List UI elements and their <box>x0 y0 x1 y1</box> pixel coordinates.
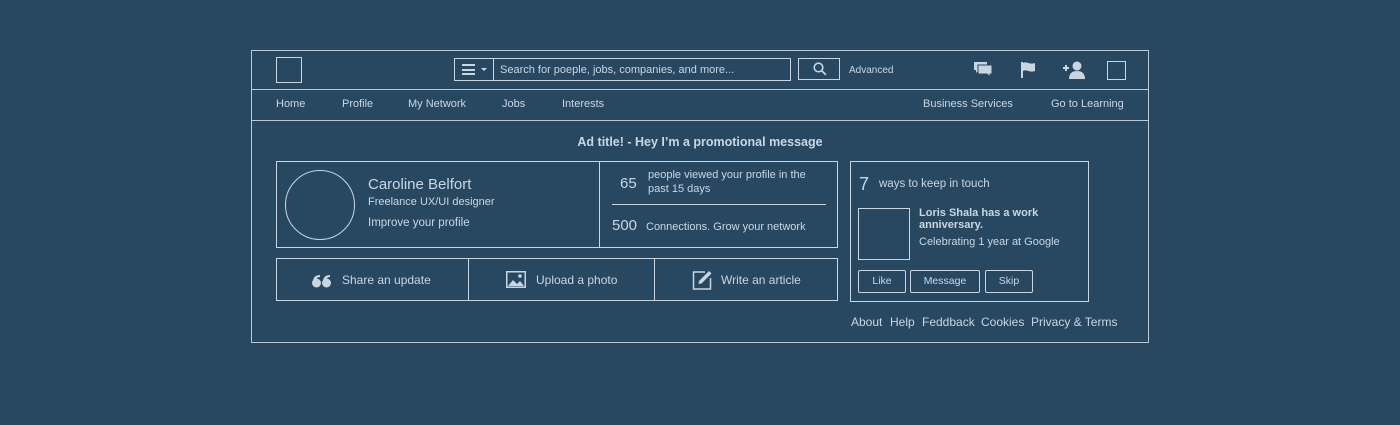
quote-icon <box>312 275 331 288</box>
connections-text[interactable]: Connections. Grow your network <box>646 221 806 233</box>
menu-icon <box>462 64 475 75</box>
share-update-button[interactable]: Share an update <box>277 259 468 300</box>
profile-views-text[interactable]: people viewed your profile in the past 1… <box>648 168 818 196</box>
anniversary-headline[interactable]: Loris Shala has a work anniversary. <box>919 207 1069 231</box>
profile-role: Freelance UX/UI designer <box>368 196 495 208</box>
nav-business-services[interactable]: Business Services <box>923 98 1013 110</box>
like-button[interactable]: Like <box>858 270 906 293</box>
footer-about[interactable]: About <box>851 315 882 329</box>
top-bar: Advanced <box>252 51 1148 90</box>
keep-in-touch-title[interactable]: ways to keep in touch <box>879 178 990 190</box>
search-category-menu-button[interactable] <box>455 59 494 80</box>
keep-in-touch-count: 7 <box>859 174 870 194</box>
nav-profile[interactable]: Profile <box>342 98 373 110</box>
footer-help[interactable]: Help <box>890 315 915 329</box>
advanced-search-link[interactable]: Advanced <box>849 65 893 76</box>
nav-home[interactable]: Home <box>276 98 305 110</box>
share-update-label: Share an update <box>342 273 431 287</box>
caret-down-icon <box>481 68 487 71</box>
post-actions: Share an update Upload a photo Write an … <box>276 258 838 301</box>
stats-divider <box>612 204 826 205</box>
profile-name[interactable]: Caroline Belfort <box>368 176 471 193</box>
message-button[interactable]: Message <box>910 270 980 293</box>
search-bar <box>454 58 796 81</box>
add-contact-icon[interactable] <box>1062 60 1086 79</box>
skip-button[interactable]: Skip <box>985 270 1033 293</box>
ad-title[interactable]: Ad title! - Hey I’m a promotional messag… <box>252 135 1148 149</box>
me-placeholder[interactable] <box>1107 61 1126 80</box>
improve-profile-link[interactable]: Improve your profile <box>368 217 470 229</box>
anniversary-detail: Celebrating 1 year at Google <box>919 236 1060 248</box>
footer-privacy[interactable]: Privacy & Terms <box>1031 315 1117 329</box>
keep-in-touch-card: 7 ways to keep in touch Loris Shala has … <box>850 161 1089 302</box>
logo-placeholder[interactable] <box>276 57 302 83</box>
search-button[interactable] <box>798 58 840 80</box>
search-input[interactable] <box>494 59 796 80</box>
flag-icon[interactable] <box>1020 61 1038 79</box>
profile-card: Caroline Belfort Freelance UX/UI designe… <box>276 161 838 248</box>
contact-photo[interactable] <box>858 208 910 260</box>
write-article-label: Write an article <box>721 273 801 287</box>
footer-feedback[interactable]: Feddback <box>922 315 975 329</box>
nav-go-to-learning[interactable]: Go to Learning <box>1051 98 1124 110</box>
pencil-icon <box>692 271 712 290</box>
app-frame: Advanced Home Profile My Network Jobs In… <box>251 50 1149 343</box>
photo-icon <box>506 271 526 288</box>
profile-stats: 65 people viewed your profile in the pas… <box>599 162 838 247</box>
profile-views-count[interactable]: 65 <box>620 175 637 192</box>
nav-jobs[interactable]: Jobs <box>502 98 525 110</box>
upload-photo-button[interactable]: Upload a photo <box>468 259 655 300</box>
nav-interests[interactable]: Interests <box>562 98 604 110</box>
messages-icon[interactable] <box>973 61 993 78</box>
main-nav: Home Profile My Network Jobs Interests B… <box>252 90 1148 121</box>
connections-count[interactable]: 500 <box>612 217 637 234</box>
nav-my-network[interactable]: My Network <box>408 98 466 110</box>
avatar[interactable] <box>285 170 355 240</box>
footer-cookies[interactable]: Cookies <box>981 315 1024 329</box>
upload-photo-label: Upload a photo <box>536 273 618 287</box>
search-icon <box>813 62 827 76</box>
write-article-button[interactable]: Write an article <box>654 259 838 300</box>
